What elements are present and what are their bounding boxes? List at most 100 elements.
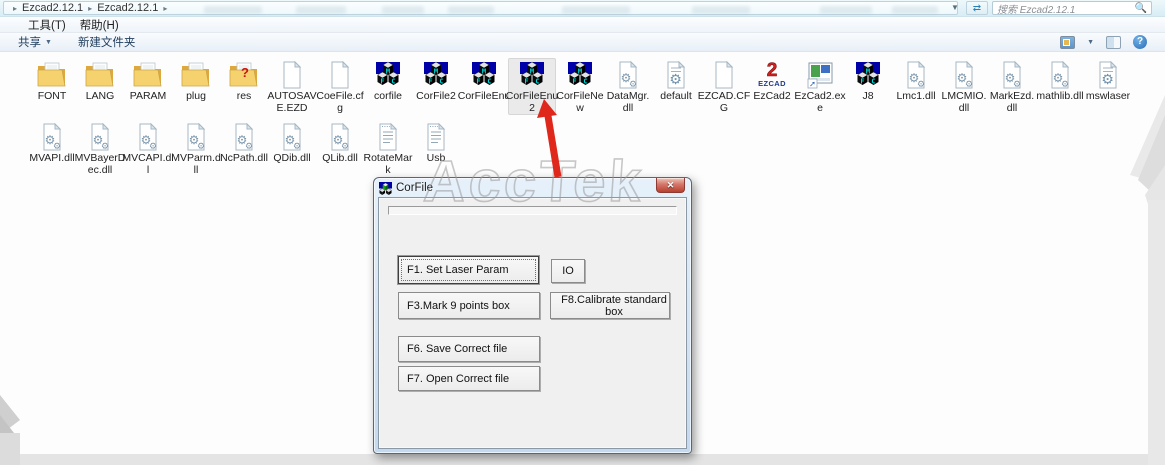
new-folder-button[interactable]: 新建文件夹	[78, 34, 136, 50]
file-item[interactable]: MFCCorFileEnu2	[508, 58, 556, 115]
calibrate-standard-box-button[interactable]: F8.Calibrate standard box	[550, 292, 670, 319]
doc-gear-icon: ⚙	[1093, 60, 1123, 90]
mfc-app-icon	[379, 182, 392, 195]
menu-tools[interactable]: 工具(T)	[28, 17, 66, 33]
file-item[interactable]: FONT	[28, 58, 76, 115]
file-item[interactable]: ?res	[220, 58, 268, 115]
redacted-region	[204, 6, 262, 14]
file-label: plug	[186, 91, 206, 103]
svg-text:⚙: ⚙	[149, 142, 157, 152]
refresh-icon[interactable]: ⇄	[966, 1, 988, 15]
set-laser-param-button[interactable]: F1. Set Laser Param	[398, 256, 539, 284]
address-breadcrumb[interactable]: Ezcad2.12.1 Ezcad2.12.1	[3, 1, 958, 15]
address-bar: Ezcad2.12.1 Ezcad2.12.1 ▼ ⇄ 搜索 Ezcad2.12…	[0, 0, 1165, 17]
breadcrumb-segment-2[interactable]: Ezcad2.12.1	[97, 2, 158, 14]
file-item[interactable]: ⚙mswlaser	[1084, 58, 1132, 115]
file-item[interactable]: PARAM	[124, 58, 172, 115]
svg-text:F: F	[476, 78, 480, 86]
folder-icon	[85, 60, 115, 90]
file-label: CorFileEnu2	[506, 91, 559, 114]
mfc-icon: MFC	[469, 60, 499, 90]
file-item[interactable]: MFCcorfile	[364, 58, 412, 115]
save-correct-file-button[interactable]: F6. Save Correct file	[398, 336, 540, 362]
svg-text:⚙: ⚙	[341, 142, 349, 152]
file-item[interactable]: ⚙⚙LMCMIO.dll	[940, 58, 988, 115]
menu-help[interactable]: 帮助(H)	[80, 17, 119, 33]
preview-pane-icon[interactable]	[1106, 36, 1121, 49]
svg-text:⚙: ⚙	[293, 142, 301, 152]
redacted-region	[892, 6, 938, 14]
file-item[interactable]: ⚙⚙Lmc1.dll	[892, 58, 940, 115]
file-item[interactable]: Usb	[412, 120, 460, 177]
file-item[interactable]: ⚙⚙MVCAPI.dll	[124, 120, 172, 177]
svg-text:⚙: ⚙	[101, 142, 109, 152]
search-input[interactable]: 搜索 Ezcad2.12.1 🔍	[992, 1, 1152, 15]
file-label: MVAPI.dll	[29, 153, 74, 165]
svg-text:F: F	[524, 78, 528, 86]
file-item[interactable]: ⚙⚙DataMgr.dll	[604, 58, 652, 115]
file-item[interactable]: ⚙⚙MarkEzd.dll	[988, 58, 1036, 115]
folder-icon	[181, 60, 211, 90]
file-item[interactable]: plug	[172, 58, 220, 115]
file-item[interactable]: ⚙⚙MVBayerDec.dll	[76, 120, 124, 177]
mfc-icon: MFC	[853, 60, 883, 90]
file-item[interactable]: ⚙⚙NcPath.dll	[220, 120, 268, 177]
file-item[interactable]: 2EZCADEzCad2	[748, 58, 796, 115]
doc-gear-icon: ⚙	[661, 60, 691, 90]
file-item[interactable]: ⚙⚙QLib.dll	[316, 120, 364, 177]
dll-icon: ⚙⚙	[949, 60, 979, 90]
mark-9-points-box-button[interactable]: F3.Mark 9 points box	[398, 292, 540, 319]
caret-down-icon[interactable]: ▼	[1087, 39, 1094, 46]
address-dropdown-icon[interactable]: ▼	[948, 2, 962, 14]
dll-icon: ⚙⚙	[1045, 60, 1075, 90]
file-item[interactable]: ➚EzCad2.exe	[796, 58, 844, 115]
close-button[interactable]: ✕	[656, 178, 685, 193]
file-item[interactable]: AUTOSAVE.EZD	[268, 58, 316, 115]
file-label: MVParm.dll	[171, 153, 221, 176]
file-item[interactable]: ⚙⚙QDib.dll	[268, 120, 316, 177]
file-item[interactable]: ⚙⚙MVAPI.dll	[28, 120, 76, 177]
svg-text:F: F	[428, 78, 432, 86]
file-label: CorFileEnu	[458, 91, 511, 103]
share-button[interactable]: 共享 ▼	[18, 34, 52, 50]
svg-text:F: F	[860, 78, 864, 86]
svg-text:2: 2	[767, 60, 778, 81]
file-label: CorFileNew	[556, 91, 603, 114]
svg-text:C: C	[487, 78, 491, 86]
dll-icon: ⚙⚙	[277, 122, 307, 152]
svg-text:⚙: ⚙	[669, 72, 682, 88]
file-label: EZCAD.CFG	[698, 91, 751, 114]
file-item[interactable]: MFCCorFileEnu	[460, 58, 508, 115]
file-label: mathlib.dll	[1036, 91, 1083, 103]
file-item[interactable]: ⚙⚙MVParm.dll	[172, 120, 220, 177]
doc-icon	[277, 60, 307, 90]
file-label: EzCad2	[753, 91, 790, 103]
file-item[interactable]: EZCAD.CFG	[700, 58, 748, 115]
file-item[interactable]: MFCCorFileNew	[556, 58, 604, 115]
file-item[interactable]: MFCJ8	[844, 58, 892, 115]
file-label: J8	[862, 91, 873, 103]
change-view-icon[interactable]	[1060, 36, 1075, 49]
file-label: QDib.dll	[273, 153, 310, 165]
redacted-region	[382, 6, 424, 14]
dialog-titlebar[interactable]: CorFile	[379, 180, 686, 196]
svg-text:⚙: ⚙	[629, 80, 637, 90]
open-correct-file-button[interactable]: F7. Open Correct file	[398, 366, 540, 391]
file-item[interactable]: ⚙default	[652, 58, 700, 115]
breadcrumb-segment-1[interactable]: Ezcad2.12.1	[22, 2, 83, 14]
file-item[interactable]: ⚙⚙mathlib.dll	[1036, 58, 1084, 115]
doc-lines-icon	[373, 122, 403, 152]
file-label: FONT	[38, 91, 67, 103]
io-button[interactable]: IO	[551, 259, 585, 283]
dll-icon: ⚙⚙	[133, 122, 163, 152]
file-label: CoeFile.cfg	[316, 91, 363, 114]
svg-text:C: C	[391, 78, 395, 86]
doc-icon	[709, 60, 739, 90]
svg-text:⚙: ⚙	[1061, 80, 1069, 90]
file-item[interactable]: LANG	[76, 58, 124, 115]
file-item[interactable]: MFCCorFile2	[412, 58, 460, 115]
help-icon[interactable]: ?	[1133, 35, 1147, 49]
file-item[interactable]: CoeFile.cfg	[316, 58, 364, 115]
file-item[interactable]: RotateMark	[364, 120, 412, 177]
svg-text:➚: ➚	[809, 80, 816, 89]
